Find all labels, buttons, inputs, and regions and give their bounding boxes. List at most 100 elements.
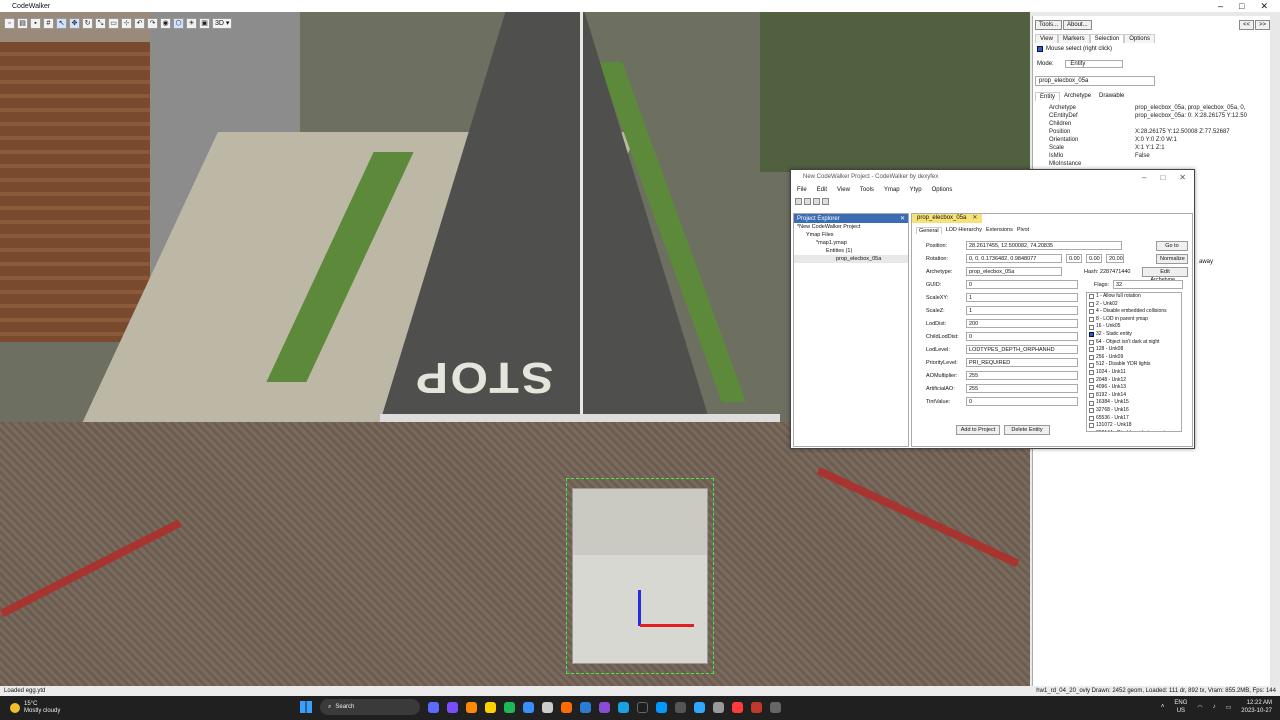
tab-pivot[interactable]: Pivot <box>1017 227 1029 234</box>
flag-item[interactable]: 16384 - Unk15 <box>1087 399 1181 407</box>
tree-node-entities[interactable]: Entities (1) <box>794 247 908 255</box>
tree-node-project[interactable]: *New CodeWalker Project <box>794 223 908 231</box>
close-button[interactable]: ✕ <box>1260 1 1268 12</box>
checkbox-icon[interactable] <box>1089 370 1094 376</box>
delete-entity-button[interactable]: Delete Entity <box>1004 425 1050 435</box>
flag-item[interactable]: 65536 - Unk17 <box>1087 415 1181 423</box>
property-row[interactable]: CEntityDef prop_elecbox_05a: 0: X:28.2617… <box>1035 112 1269 120</box>
editor-tab[interactable]: prop_elecbox_05a ✕ <box>912 214 983 223</box>
clock[interactable]: 12:22 AM 2023-10-27 <box>1241 699 1272 715</box>
new-icon[interactable]: ▫ <box>4 17 15 29</box>
volume-icon[interactable]: ♪ <box>1213 704 1216 710</box>
checkbox-icon[interactable] <box>1089 385 1094 391</box>
lodlevel-select[interactable]: LODTYPES_DEPTH_ORPHANHD <box>966 345 1078 354</box>
save-all-icon[interactable] <box>822 197 829 205</box>
select-box-icon[interactable]: ▭ <box>108 17 119 29</box>
checkbox-icon[interactable] <box>1089 301 1094 307</box>
tray-chevron-icon[interactable]: ˄ <box>1161 704 1165 710</box>
add-to-project-button[interactable]: Add to Project <box>956 425 1000 435</box>
property-row[interactable]: IsMlo False <box>1035 152 1269 160</box>
pw-maximize-button[interactable]: □ <box>1160 173 1165 182</box>
checkbox-icon[interactable] <box>1089 393 1094 399</box>
menu-file[interactable]: File <box>797 187 807 193</box>
checkbox-icon[interactable] <box>1089 294 1094 300</box>
lighting-icon[interactable]: ☀ <box>186 17 197 29</box>
file-explorer-icon[interactable] <box>485 701 496 713</box>
redo-icon[interactable]: ↷ <box>147 17 158 29</box>
goto-button[interactable]: Go to <box>1156 241 1188 251</box>
app-icon-7[interactable] <box>542 701 553 713</box>
childloddist-input[interactable]: 0 <box>966 332 1078 341</box>
app-icon-6[interactable] <box>523 701 534 713</box>
menu-view[interactable]: View <box>837 187 850 193</box>
priority-select[interactable]: PRI_REQUIRED <box>966 358 1078 367</box>
flag-item[interactable]: 2 - Unk02 <box>1087 301 1181 309</box>
subtab-drawable[interactable]: Drawable <box>1095 92 1128 101</box>
flag-item[interactable]: 1024 - Unk11 <box>1087 369 1181 377</box>
explorer-close-icon[interactable]: ✕ <box>900 215 908 222</box>
app-icon-12[interactable] <box>637 701 648 713</box>
flag-item[interactable]: 131072 - Unk18 <box>1087 422 1181 430</box>
aomult-input[interactable]: 255 <box>966 371 1078 380</box>
view-mode-dropdown[interactable]: 3D ▾ <box>212 17 233 29</box>
flag-item[interactable]: 2048 - Unk12 <box>1087 377 1181 385</box>
undo-icon[interactable]: ↶ <box>134 17 145 29</box>
weather-widget[interactable]: 15°C Mostly cloudy <box>0 701 60 715</box>
scale-icon[interactable]: ⤡ <box>95 17 106 29</box>
tab-options[interactable]: Options <box>1124 34 1155 43</box>
app-icon-2[interactable] <box>447 701 458 713</box>
position-input[interactable]: 28.2617455, 12.500082, 74.20835 <box>966 241 1122 250</box>
flag-item[interactable]: 4 - Disable embedded collisions <box>1087 308 1181 316</box>
codewalker-icon[interactable] <box>770 701 781 713</box>
mode-select[interactable]: Entity <box>1065 60 1124 68</box>
tab-extensions[interactable]: Extensions <box>986 227 1013 234</box>
expand-button[interactable]: >> <box>1255 20 1271 30</box>
property-row[interactable]: Position X:28.26175 Y:12.50008 Z:77.52687 <box>1035 128 1269 136</box>
rotation-x-input[interactable]: 0.00 <box>1066 254 1082 263</box>
checkbox-checked-icon[interactable] <box>1089 332 1094 338</box>
save-icon[interactable]: ▪ <box>30 17 41 29</box>
app-icon-13[interactable] <box>656 701 667 713</box>
property-row[interactable]: Orientation X:0 Y:0 Z:0 W:1 <box>1035 136 1269 144</box>
tools-button[interactable]: Tools... <box>1035 20 1063 30</box>
checkbox-icon[interactable] <box>1089 362 1094 368</box>
gizmo-x-axis[interactable] <box>640 624 694 627</box>
about-button[interactable]: About... <box>1063 20 1092 30</box>
artao-input[interactable]: 255 <box>966 384 1078 393</box>
windows-start-icon[interactable] <box>300 701 312 713</box>
minimize-button[interactable]: – <box>1218 1 1223 12</box>
scalez-input[interactable]: 1 <box>966 306 1078 315</box>
tree-node-entity[interactable]: prop_elecbox_05a <box>794 255 908 263</box>
grid-icon[interactable]: # <box>43 17 54 29</box>
property-row[interactable]: Scale X:1 Y:1 Z:1 <box>1035 144 1269 152</box>
tab-lod-hierarchy[interactable]: LOD Hierarchy <box>946 227 982 234</box>
checkbox-icon[interactable] <box>1089 430 1094 431</box>
property-row[interactable]: MloInstance <box>1035 160 1269 168</box>
app-icon-18[interactable] <box>751 701 762 713</box>
checkbox-icon[interactable] <box>1089 347 1094 353</box>
pw-minimize-button[interactable]: – <box>1142 173 1146 182</box>
wifi-icon[interactable]: ◠ <box>1197 704 1202 711</box>
vlc-icon[interactable] <box>561 701 572 713</box>
property-row[interactable]: Archetype prop_elecbox_05a, prop_elecbox_… <box>1035 104 1269 112</box>
normalize-button[interactable]: Normalize <box>1156 254 1188 264</box>
maximize-button[interactable]: □ <box>1239 1 1244 12</box>
screenshot-icon[interactable]: ▣ <box>199 17 210 29</box>
collapse-button[interactable]: << <box>1239 20 1255 30</box>
flag-item[interactable]: 1 - Allow full rotation <box>1087 293 1181 301</box>
flag-item[interactable]: 4096 - Unk13 <box>1087 384 1181 392</box>
open-project-icon[interactable] <box>804 197 811 205</box>
tab-general[interactable]: General <box>916 227 942 234</box>
checkbox-icon[interactable] <box>1089 324 1094 330</box>
scalexy-input[interactable]: 1 <box>966 293 1078 302</box>
mouse-select-checkbox[interactable]: Mouse select (right click) <box>1037 46 1112 52</box>
flag-item[interactable]: 512 - Disable YDR lights <box>1087 361 1181 369</box>
tree-node-ymap-files[interactable]: Ymap Files <box>794 231 908 239</box>
taskbar-search[interactable]: ⌕ Search <box>320 699 420 715</box>
checkbox-icon[interactable] <box>1089 309 1094 315</box>
flag-item[interactable]: 256 - Unk09 <box>1087 354 1181 362</box>
flag-item[interactable]: 32768 - Unk16 <box>1087 407 1181 415</box>
app-icon-14[interactable] <box>675 701 686 713</box>
flag-item[interactable]: 8192 - Unk14 <box>1087 392 1181 400</box>
menu-edit[interactable]: Edit <box>817 187 827 193</box>
